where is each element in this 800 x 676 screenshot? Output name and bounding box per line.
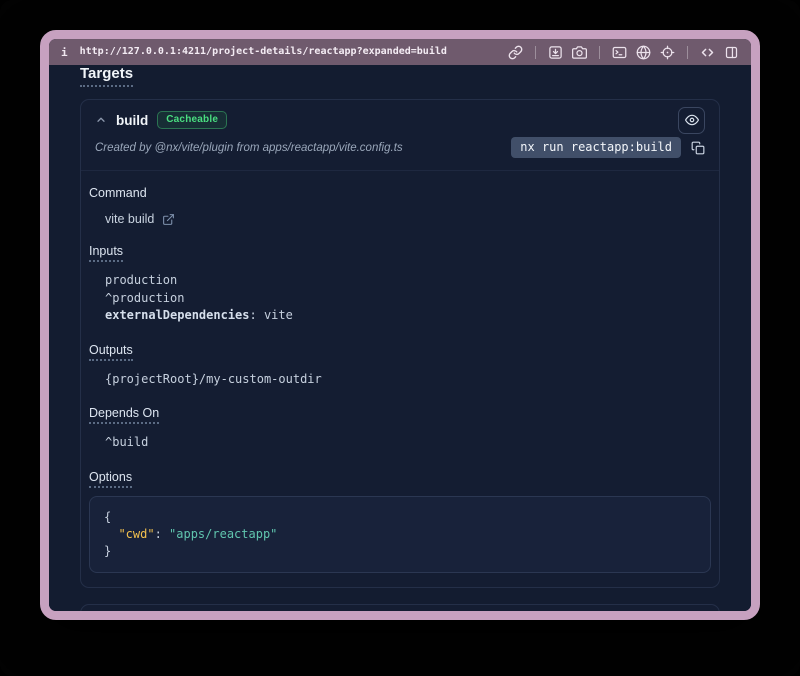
toolbar-divider (599, 46, 600, 59)
view-target-build-button[interactable] (678, 107, 705, 134)
copy-icon[interactable] (691, 141, 705, 155)
run-command-chip: nx run reactapp:build (511, 137, 681, 158)
save-capture-icon[interactable] (548, 45, 563, 60)
input-item: externalDependencies: vite (105, 307, 711, 325)
outputs-section-heading: Outputs (89, 343, 133, 361)
terminal-icon[interactable] (612, 45, 627, 60)
output-item: {projectRoot}/my-custom-outdir (105, 371, 711, 389)
json-line: } (104, 543, 696, 560)
page-content: Targets build Cacheable C (49, 65, 751, 611)
command-section-heading: Command (89, 186, 147, 200)
camera-icon[interactable] (572, 45, 587, 60)
split-panel-icon[interactable] (724, 45, 739, 60)
globe-icon[interactable] (636, 45, 651, 60)
created-by-text: Created by @nx/vite/plugin from apps/rea… (95, 142, 403, 154)
external-link-icon[interactable] (162, 213, 175, 226)
serve-card-header[interactable]: serve vite serve (81, 605, 719, 612)
depends-on-section-heading: Depends On (89, 406, 159, 424)
target-name-build: build (116, 113, 148, 128)
titlebar-toolbar (508, 45, 739, 60)
build-card-header[interactable]: build Cacheable Created by @nx/vite/plug… (81, 100, 719, 170)
cacheable-badge: Cacheable (157, 111, 227, 129)
options-section-heading: Options (89, 470, 132, 488)
info-icon: i (61, 46, 68, 59)
target-card-build: build Cacheable Created by @nx/vite/plug… (80, 99, 720, 588)
browser-titlebar: i http://127.0.0.1:4211/project-details/… (49, 39, 751, 65)
options-json-block: { "cwd": "apps/reactapp" } (89, 496, 711, 573)
json-line: { (104, 509, 696, 526)
toolbar-divider (535, 46, 536, 59)
json-line: "cwd": "apps/reactapp" (104, 526, 696, 543)
toolbar-divider (687, 46, 688, 59)
build-card-body: Command vite build Inputs production (81, 171, 719, 587)
browser-window: i http://127.0.0.1:4211/project-details/… (40, 30, 760, 620)
code-brackets-icon[interactable] (700, 45, 715, 60)
target-card-serve: serve vite serve (80, 604, 720, 612)
json-key: "cwd" (118, 527, 154, 541)
targets-heading: Targets (80, 65, 133, 87)
input-item: production (105, 272, 711, 290)
url-bar[interactable]: http://127.0.0.1:4211/project-details/re… (80, 47, 447, 57)
screenshot-canvas: i http://127.0.0.1:4211/project-details/… (0, 0, 800, 676)
crosshair-icon[interactable] (660, 45, 675, 60)
inputs-section-heading: Inputs (89, 244, 123, 262)
input-item: ^production (105, 290, 711, 308)
json-value: "apps/reactapp" (169, 527, 277, 541)
chevron-up-icon[interactable] (95, 114, 107, 126)
depends-on-item: ^build (105, 434, 711, 452)
link-icon[interactable] (508, 45, 523, 60)
command-value: vite build (105, 212, 154, 226)
